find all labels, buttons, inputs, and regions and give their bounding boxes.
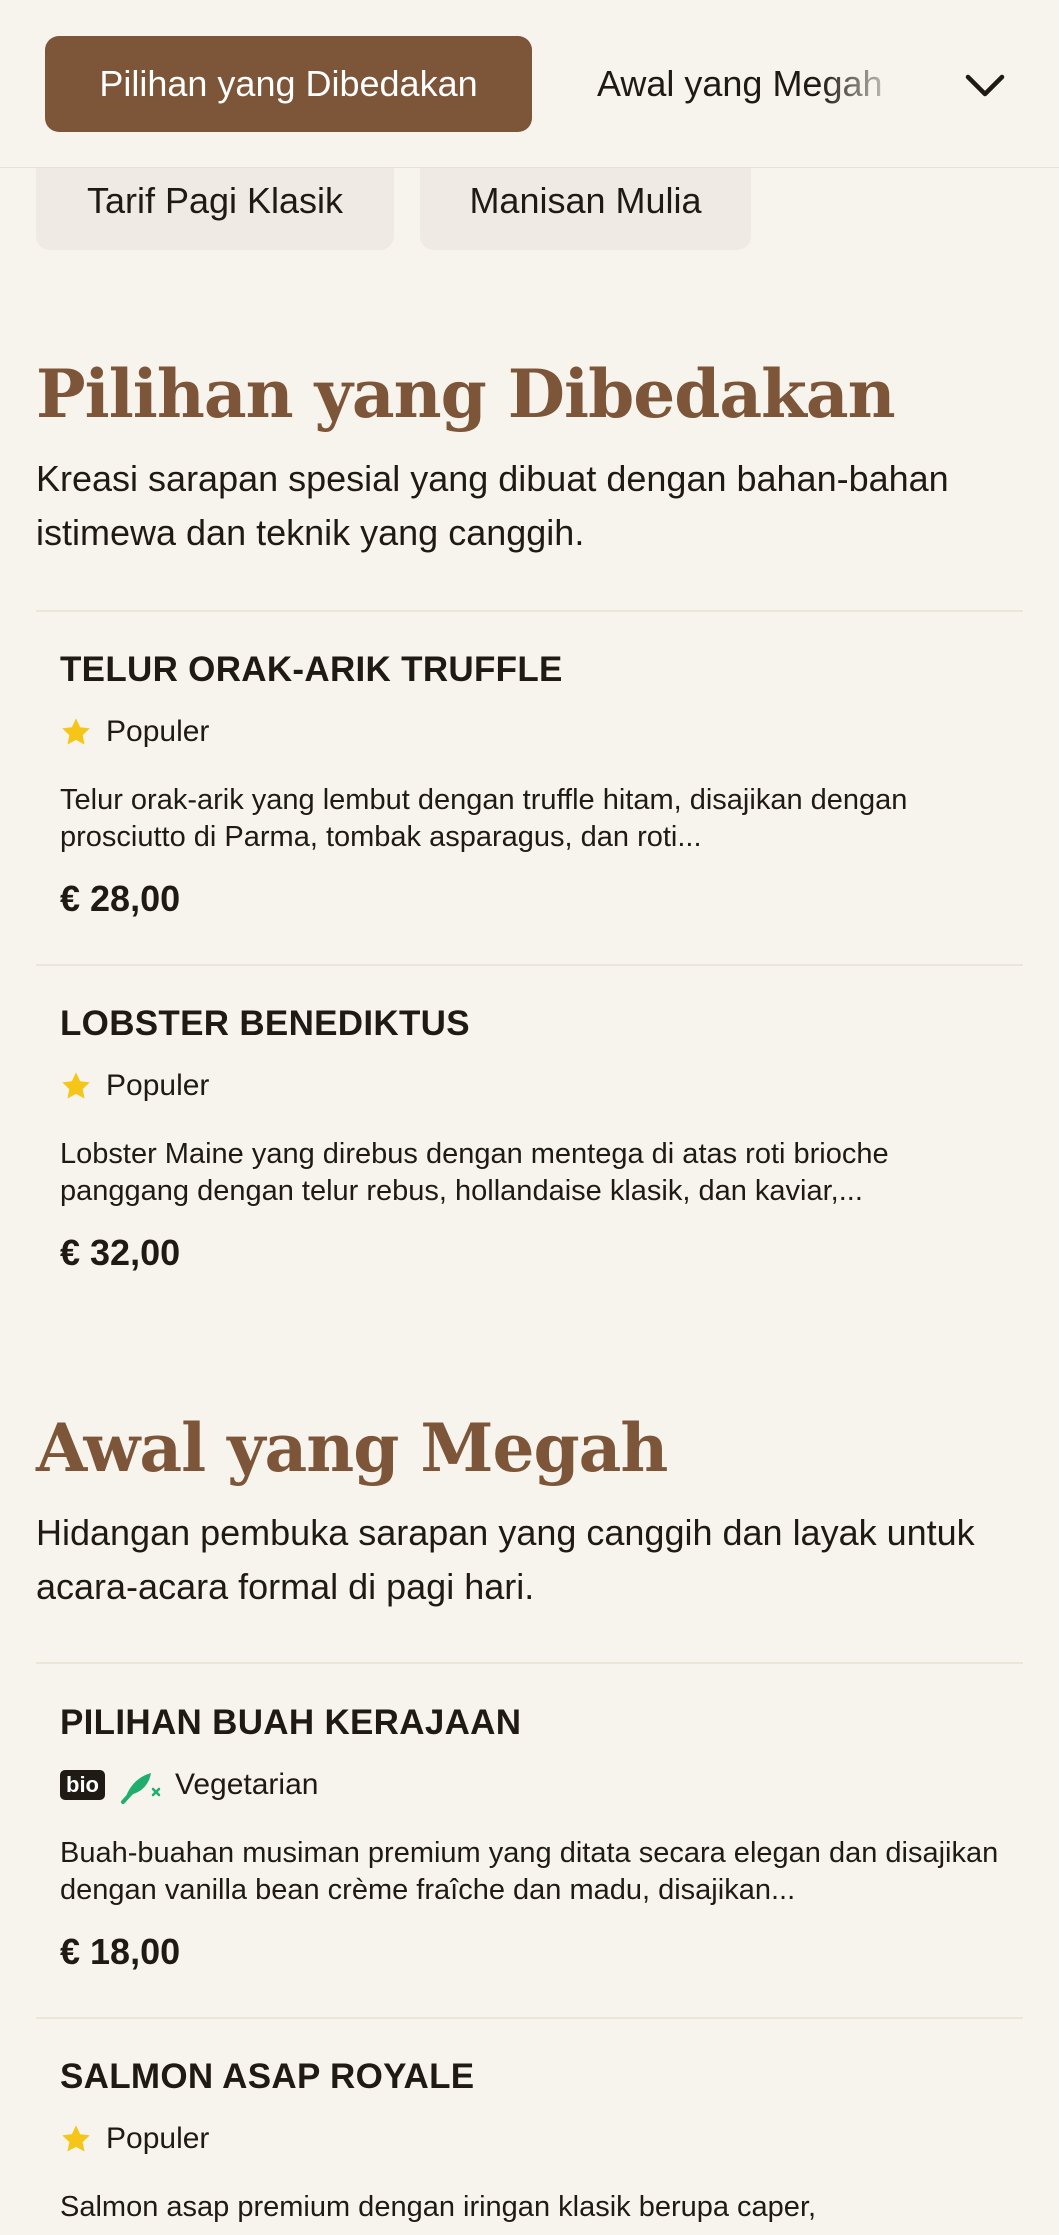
divider [36, 610, 1023, 612]
divider [36, 1662, 1023, 1664]
popular-badge: Populer [106, 1069, 210, 1102]
item-badges: bio Vegetarian [60, 1765, 1010, 1805]
tab-pilihan-yang-dibedakan[interactable]: Pilihan yang Dibedakan [45, 36, 532, 132]
menu-item[interactable]: TELUR ORAK-ARIK TRUFFLE Populer Telur or… [60, 650, 1010, 920]
divider [36, 964, 1023, 966]
item-price: € 32,00 [60, 1232, 181, 1273]
item-badges: Populer [60, 712, 1010, 752]
section-title: Pilihan yang Dibedakan [36, 355, 896, 433]
star-icon [62, 1072, 90, 1099]
category-nav: Pilihan yang Dibedakan Awal yang Megah [0, 0, 1059, 168]
star-icon [62, 718, 90, 745]
section-description: Kreasi sarapan spesial yang dibuat denga… [36, 458, 949, 553]
item-description: Telur orak-arik yang lembut dengan truff… [60, 784, 908, 853]
item-name: TELUR ORAK-ARIK TRUFFLE [60, 650, 563, 689]
item-name: LOBSTER BENEDIKTUS [60, 1004, 470, 1043]
section-description: Hidangan pembuka sarapan yang canggih da… [36, 1512, 975, 1607]
item-description: Salmon asap premium dengan iringan klasi… [60, 2191, 817, 2223]
item-price: € 18,00 [60, 1931, 181, 1972]
bio-badge: bio [60, 1770, 105, 1800]
item-badges: Populer [60, 2119, 1010, 2159]
item-description: Lobster Maine yang direbus dengan menteg… [60, 1138, 889, 1207]
popular-badge: Populer [106, 2122, 210, 2155]
menu-item[interactable]: SALMON ASAP ROYALE Populer Salmon asap p… [60, 2057, 1010, 2226]
star-icon [62, 2125, 90, 2152]
item-price: € 28,00 [60, 878, 181, 919]
vegetarian-icon [121, 1773, 161, 1804]
vegetarian-badge: Vegetarian [175, 1768, 319, 1801]
item-name: PILIHAN BUAH KERAJAAN [60, 1703, 522, 1742]
chevron-down-icon[interactable] [960, 60, 1010, 110]
item-badges: Populer [60, 1066, 1010, 1106]
divider [36, 2017, 1023, 2019]
menu-item[interactable]: PILIHAN BUAH KERAJAAN bio Vegetarian Bua… [60, 1703, 1010, 1973]
item-description: Buah-buahan musiman premium yang ditata … [60, 1837, 999, 1906]
popular-badge: Populer [106, 715, 210, 748]
menu-item[interactable]: LOBSTER BENEDIKTUS Populer Lobster Maine… [60, 1004, 1010, 1274]
item-name: SALMON ASAP ROYALE [60, 2057, 475, 2096]
tab-awal-yang-megah[interactable]: Awal yang Megah [597, 36, 907, 132]
section-title: Awal yang Megah [36, 1409, 668, 1487]
